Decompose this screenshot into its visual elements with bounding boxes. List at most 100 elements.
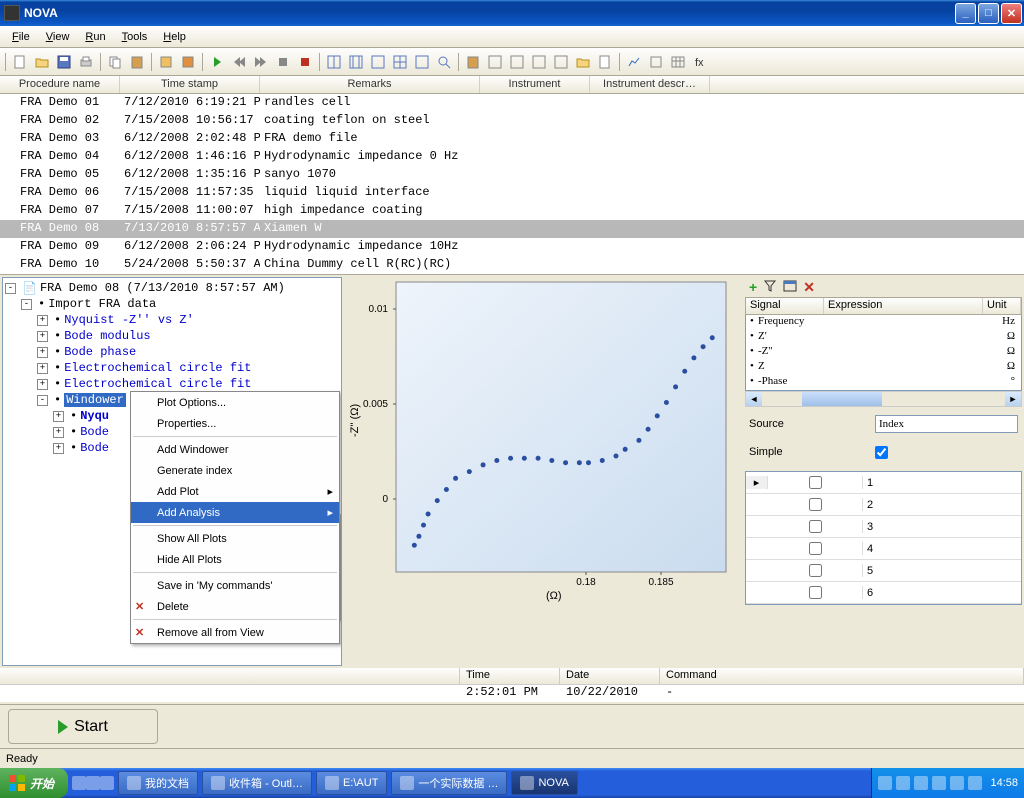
row-checkbox[interactable]	[809, 520, 822, 533]
col-expression[interactable]: Expression	[824, 298, 983, 314]
table-row[interactable]: FRA Demo 017/12/2010 6:19:21 PMrandles c…	[0, 94, 1024, 112]
new-icon[interactable]	[10, 52, 30, 72]
expand-icon[interactable]: +	[37, 347, 48, 358]
grid-row[interactable]: 6	[746, 582, 1021, 604]
col-remarks[interactable]: Remarks	[260, 76, 480, 93]
clock[interactable]: 14:58	[990, 777, 1018, 789]
hscrollbar[interactable]: ◄►	[745, 391, 1022, 407]
folder2-icon[interactable]	[573, 52, 593, 72]
menu-item[interactable]: Properties...	[131, 413, 339, 434]
menu-file[interactable]: File	[4, 29, 38, 45]
expand-icon[interactable]: +	[37, 315, 48, 326]
print-icon[interactable]	[76, 52, 96, 72]
play-icon[interactable]	[207, 52, 227, 72]
source-input[interactable]	[875, 415, 1018, 433]
tree-item[interactable]: +•Bode modulus	[5, 328, 339, 344]
row-checkbox[interactable]	[809, 586, 822, 599]
taskbar-item[interactable]: 一个实际数据 …	[391, 771, 507, 795]
log-row[interactable]: 2:52:01 PM 10/22/2010 -	[0, 685, 1024, 702]
window-icon[interactable]	[783, 279, 797, 296]
layout2-icon[interactable]	[346, 52, 366, 72]
col-time-stamp[interactable]: Time stamp	[120, 76, 260, 93]
expand-icon[interactable]: +	[37, 363, 48, 374]
table-icon[interactable]	[668, 52, 688, 72]
tree-item[interactable]: +•Electrochemical circle fit	[5, 376, 339, 392]
menu-item[interactable]: ✕Remove all from View	[131, 622, 339, 643]
nyquist-plot[interactable]: 0.01 0.005 0 0.18 0.185 -Z'' (Ω) (Ω)	[346, 277, 741, 602]
menu-item[interactable]: Add Plot▸	[131, 481, 339, 502]
simple-checkbox[interactable]	[875, 446, 888, 459]
table-row[interactable]: FRA Demo 036/12/2008 2:02:48 PMFRA demo …	[0, 130, 1024, 148]
table-row[interactable]: FRA Demo 077/15/2008 11:00:07 AMhigh imp…	[0, 202, 1024, 220]
maximize-button[interactable]: □	[978, 3, 999, 24]
save-icon[interactable]	[54, 52, 74, 72]
layout4-icon[interactable]	[390, 52, 410, 72]
paste-icon[interactable]	[127, 52, 147, 72]
chart-icon[interactable]	[624, 52, 644, 72]
menu-item[interactable]: Show All Plots	[131, 528, 339, 549]
table-row[interactable]: FRA Demo 046/12/2008 1:46:16 PMHydrodyna…	[0, 148, 1024, 166]
taskbar-item[interactable]: NOVA	[511, 771, 577, 795]
delete-icon[interactable]: ✕	[803, 279, 815, 296]
menu-item[interactable]: Save in 'My commands'	[131, 575, 339, 596]
rewind-icon[interactable]	[229, 52, 249, 72]
log-col-date[interactable]: Date	[560, 668, 660, 684]
row-checkbox[interactable]	[809, 498, 822, 511]
grid-row[interactable]: 5	[746, 560, 1021, 582]
col-procedure-name[interactable]: Procedure name	[0, 76, 120, 93]
close-button[interactable]: ✕	[1001, 3, 1022, 24]
tray-icon[interactable]	[932, 776, 946, 790]
table-row[interactable]: FRA Demo 027/15/2008 10:56:17 AMcoating …	[0, 112, 1024, 130]
table-row[interactable]: FRA Demo 096/12/2008 2:06:24 PMHydrodyna…	[0, 238, 1024, 256]
tray-icon[interactable]	[914, 776, 928, 790]
submenu-item[interactable]: Kronig-Kramers	[341, 557, 342, 578]
menu-item[interactable]: Generate index	[131, 460, 339, 481]
tool1-icon[interactable]	[156, 52, 176, 72]
quick-launch-icon[interactable]	[72, 776, 86, 790]
func-icon[interactable]: fx	[690, 52, 710, 72]
layout3-icon[interactable]	[368, 52, 388, 72]
menu-item[interactable]: Plot Options...	[131, 392, 339, 413]
tree-item[interactable]: -•Import FRA data	[5, 296, 339, 312]
layout5-icon[interactable]	[412, 52, 432, 72]
signal-row[interactable]: •Z'Ω	[746, 330, 1021, 345]
minimize-button[interactable]: _	[955, 3, 976, 24]
tree-root[interactable]: - 📄 FRA Demo 08 (7/13/2010 8:57:57 AM)	[5, 280, 339, 296]
log-col-time[interactable]: Time	[460, 668, 560, 684]
menu-item[interactable]: Hide All Plots	[131, 549, 339, 570]
layout6-icon[interactable]	[485, 52, 505, 72]
filter-icon[interactable]	[763, 279, 777, 296]
row-checkbox[interactable]	[809, 476, 822, 489]
chart2-icon[interactable]	[646, 52, 666, 72]
tray-icon[interactable]	[968, 776, 982, 790]
taskbar-item[interactable]: E:\AUT	[316, 771, 387, 795]
copy-icon[interactable]	[105, 52, 125, 72]
table-row[interactable]: FRA Demo 067/15/2008 11:57:35 AMliquid l…	[0, 184, 1024, 202]
col-signal[interactable]: Signal	[746, 298, 824, 314]
tree-item[interactable]: +•Bode phase	[5, 344, 339, 360]
signal-row[interactable]: •ZΩ	[746, 360, 1021, 375]
tray-icon[interactable]	[878, 776, 892, 790]
submenu-item[interactable]: Potential scan FRA data	[341, 599, 342, 620]
menu-item[interactable]: ✕Delete	[131, 596, 339, 617]
quick-launch-icon[interactable]	[86, 776, 100, 790]
new2-icon[interactable]	[595, 52, 615, 72]
tray-icon[interactable]	[896, 776, 910, 790]
grid-row[interactable]: 4	[746, 538, 1021, 560]
menu-help[interactable]: Help	[155, 29, 194, 45]
menu-tools[interactable]: Tools	[114, 29, 156, 45]
add-icon[interactable]: +	[749, 279, 757, 295]
submenu-item[interactable]: Include all FRA data	[341, 578, 342, 599]
abort-icon[interactable]	[295, 52, 315, 72]
taskbar-item[interactable]: 收件箱 - Outl…	[202, 771, 312, 795]
submenu-item[interactable]: Fit and Simulation	[341, 536, 342, 557]
log-col-command[interactable]: Command	[660, 668, 1024, 684]
start-button[interactable]: Start	[8, 709, 158, 744]
col-unit[interactable]: Unit	[983, 298, 1021, 314]
row-checkbox[interactable]	[809, 542, 822, 555]
expand-icon[interactable]: +	[37, 379, 48, 390]
table-row[interactable]: FRA Demo 105/24/2008 5:50:37 AMChina Dum…	[0, 256, 1024, 274]
signal-row[interactable]: •-Phase°	[746, 375, 1021, 390]
grid-row[interactable]: 2	[746, 494, 1021, 516]
signal-row[interactable]: •-Z''Ω	[746, 345, 1021, 360]
